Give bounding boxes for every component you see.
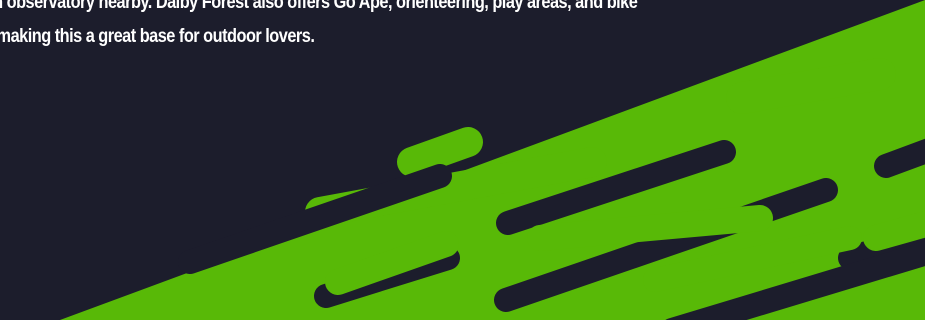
page-section: n observatory nearby. Dalby Forest also … [0, 0, 925, 320]
decorative-stripes [60, 0, 925, 320]
stripe-dash [863, 210, 925, 251]
stripe-dash [397, 127, 483, 177]
